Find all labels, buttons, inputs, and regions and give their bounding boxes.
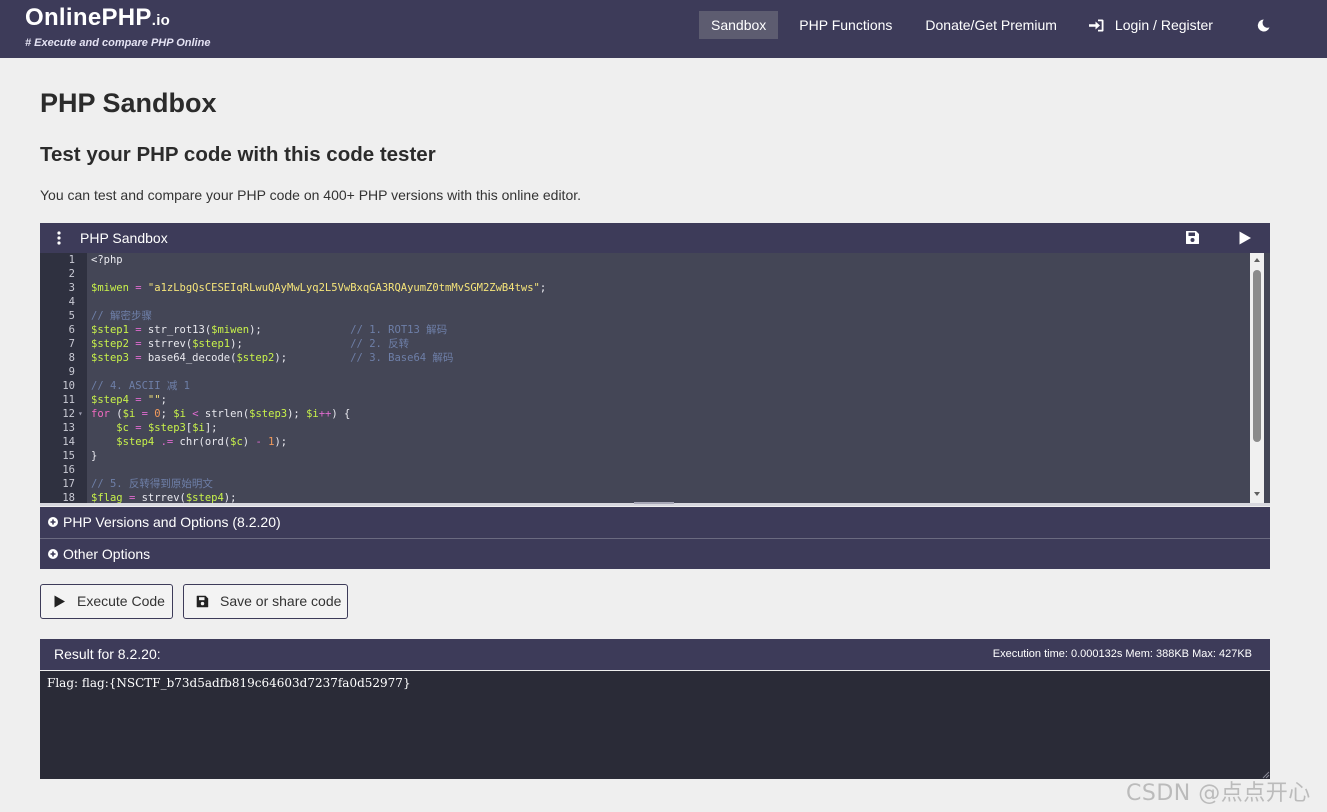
nav-menu: Sandbox PHP Functions Donate/Get Premium…	[699, 11, 1282, 39]
execute-code-button[interactable]: Execute Code	[40, 584, 173, 619]
code-editor[interactable]: 1 <?php 2 3 $miwen = "a1zLbgQsCESEIqRLwuQA…	[40, 253, 1270, 503]
editor-header: PHP Sandbox	[40, 223, 1270, 253]
editor-scrollbar-thumb[interactable]	[1253, 270, 1261, 442]
plus-circle-icon	[48, 517, 58, 527]
line-number: 16	[62, 464, 75, 476]
code-text: $step3 = base64_decode($step2); // 3. Ba…	[91, 352, 454, 364]
line-number: 2	[68, 268, 75, 280]
nav-item-sandbox[interactable]: Sandbox	[699, 11, 779, 39]
accordion-other-options[interactable]: Other Options	[40, 538, 1270, 569]
kebab-icon[interactable]	[53, 223, 65, 253]
code-text: for ($i = 0; $i < strlen($step3); $i++) …	[91, 408, 351, 420]
save-share-label: Save or share code	[220, 593, 342, 609]
sign-in-icon	[1088, 19, 1104, 31]
code-text: }	[91, 450, 98, 462]
line-number: 13	[62, 422, 75, 434]
line-number: 7	[68, 338, 75, 350]
play-icon	[54, 595, 65, 608]
code-text: $miwen = "a1zLbgQsCESEIqRLwuQAyMwLyq2L5V…	[91, 282, 547, 294]
line-number: 10	[62, 380, 75, 392]
line-number: 11	[62, 394, 75, 406]
line-number: 14	[62, 436, 75, 448]
plus-circle-icon	[48, 549, 58, 559]
brand-logo[interactable]: OnlinePHP.io # Execute and compare PHP O…	[25, 5, 211, 50]
line-number: 9	[68, 366, 75, 378]
line-number: 6	[68, 324, 75, 336]
accordion-label: PHP Versions and Options (8.2.20)	[63, 514, 281, 530]
nav-item-login[interactable]: Login / Register	[1077, 11, 1225, 39]
theme-toggle[interactable]	[1245, 11, 1282, 39]
moon-icon	[1257, 19, 1270, 31]
line-number: 12	[62, 408, 75, 420]
brand-suffix: .io	[151, 12, 171, 29]
play-icon[interactable]	[1237, 230, 1253, 246]
code-text: $step1 = str_rot13($miwen); // 1. ROT13 …	[91, 324, 448, 336]
fold-arrow-icon[interactable]: ▾	[78, 407, 83, 421]
accordion-php-versions[interactable]: PHP Versions and Options (8.2.20)	[40, 507, 1270, 538]
line-number: 17	[62, 478, 75, 490]
line-number: 5	[68, 310, 75, 322]
result-title: Result for 8.2.20:	[54, 646, 161, 662]
line-number: 1	[68, 254, 75, 266]
code-text: $step4 .= chr(ord($c) - 1);	[116, 436, 288, 448]
code-text: $flag = strrev($step4);	[91, 492, 237, 503]
line-number: 15	[62, 450, 75, 462]
editor-title: PHP Sandbox	[80, 230, 168, 246]
accordion-label: Other Options	[63, 546, 151, 562]
scroll-up-arrow-icon[interactable]	[1252, 255, 1262, 265]
code-text: $step4 = "";	[91, 394, 167, 406]
execute-code-label: Execute Code	[77, 593, 165, 609]
watermark: CSDN @点点开心	[1126, 781, 1311, 806]
line-number: 8	[68, 352, 75, 364]
brand-name: OnlinePHP	[25, 4, 152, 31]
scroll-down-arrow-icon[interactable]	[1252, 489, 1262, 499]
code-text: // 5. 反转得到原始明文	[91, 478, 213, 490]
page-description: You can test and compare your PHP code o…	[40, 187, 582, 203]
nav-item-php-functions[interactable]: PHP Functions	[787, 11, 904, 39]
nav-item-donate[interactable]: Donate/Get Premium	[913, 11, 1069, 39]
result-output-panel[interactable]: Flag: flag:{NSCTF_b73d5adfb819c64603d723…	[40, 671, 1270, 779]
line-number: 18	[62, 492, 75, 503]
floppy-disk-icon[interactable]	[1185, 230, 1200, 245]
code-text: // 解密步骤	[91, 310, 152, 322]
editor-resize-grip[interactable]	[634, 502, 674, 504]
result-output-text: Flag: flag:{NSCTF_b73d5adfb819c64603d723…	[47, 676, 411, 690]
page-title: PHP Sandbox	[40, 88, 217, 118]
page-subtitle: Test your PHP code with this code tester	[40, 143, 436, 166]
code-text: $step2 = strrev($step1); // 2. 反转	[91, 338, 410, 350]
code-text: <?php	[91, 254, 123, 266]
brand-tagline: # Execute and compare PHP Online	[25, 37, 211, 49]
navbar: OnlinePHP.io # Execute and compare PHP O…	[0, 0, 1327, 58]
code-text: $c = $step3[$i];	[116, 422, 218, 434]
brand-name-row: OnlinePHP.io	[25, 5, 210, 34]
save-share-button[interactable]: Save or share code	[183, 584, 348, 619]
line-number: 3	[68, 282, 75, 294]
code-text: // 4. ASCII 减 1	[91, 380, 191, 392]
floppy-disk-icon	[196, 595, 209, 608]
execution-stats: Execution time: 0.000132s Mem: 388KB Max…	[992, 648, 1252, 660]
nav-login-label: Login / Register	[1114, 17, 1213, 33]
line-number: 4	[68, 296, 75, 308]
result-header: Result for 8.2.20: Execution time: 0.000…	[40, 639, 1270, 670]
